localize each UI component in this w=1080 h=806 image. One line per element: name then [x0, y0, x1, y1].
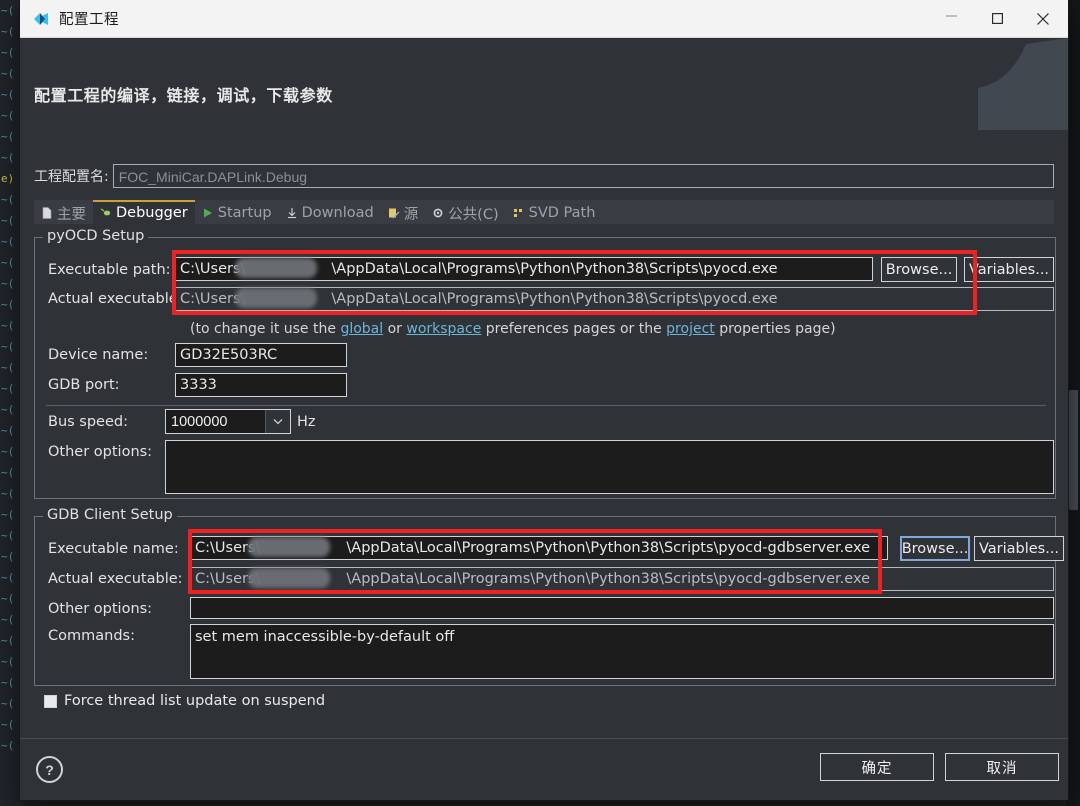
pyocd-preferences-hint: (to change it use the global or workspac… — [190, 321, 836, 337]
hint-mid1: or — [383, 321, 407, 337]
workspace-preferences-link[interactable]: workspace — [406, 321, 481, 337]
svd-icon — [513, 207, 525, 219]
tab-source[interactable]: 源 — [380, 200, 426, 224]
gdb-variables-button[interactable]: Variables... — [974, 536, 1064, 561]
device-name-label: Device name: — [48, 347, 149, 363]
dialog-footer: ? 确定 取消 — [20, 738, 1068, 800]
executable-path-label: Executable path: — [48, 262, 171, 278]
pyocd-executable-path-value-suffix: \AppData\Local\Programs\Python\Python38\… — [331, 261, 778, 277]
gdb-port-input[interactable]: 3333 — [175, 373, 347, 397]
app-icon — [32, 10, 50, 28]
force-thread-list-label: Force thread list update on suspend — [64, 693, 326, 709]
pyocd-browse-button[interactable]: Browse... — [881, 257, 957, 282]
bus-speed-value: 1000000 — [171, 413, 228, 430]
gdb-commands-label: Commands: — [48, 628, 135, 644]
play-icon — [202, 207, 214, 219]
tab-startup-label: Startup — [217, 205, 272, 221]
gdb-actual-executable-label: Actual executable: — [48, 571, 183, 587]
document-icon — [41, 207, 53, 219]
pyocd-actual-executable-label: Actual executable: — [48, 291, 183, 307]
dialog-titlebar: 配置工程 — [20, 0, 1068, 38]
dialog-headline: 配置工程的编译，链接，调试，下载参数 — [34, 86, 333, 105]
username-redaction-1 — [235, 258, 317, 278]
pyocd-separator — [46, 405, 1046, 406]
hint-post: properties page) — [714, 321, 836, 337]
username-redaction-3 — [248, 537, 330, 557]
tab-debugger-label: Debugger — [116, 205, 188, 221]
ok-button[interactable]: 确定 — [820, 753, 934, 781]
minimize-button[interactable] — [928, 0, 974, 41]
bug-icon — [100, 207, 112, 219]
download-icon — [286, 207, 298, 219]
pyocd-other-options-input[interactable] — [165, 440, 1054, 494]
tab-bar-filler — [602, 200, 1054, 224]
tab-svd-path-label: SVD Path — [528, 205, 596, 221]
chevron-down-icon[interactable] — [265, 410, 290, 433]
gdb-executable-name-label: Executable name: — [48, 541, 179, 557]
tab-svd-path[interactable]: SVD Path — [505, 200, 603, 224]
username-redaction-4 — [248, 568, 330, 588]
tab-startup[interactable]: Startup — [194, 200, 279, 224]
source-icon — [388, 207, 400, 219]
cancel-button[interactable]: 取消 — [945, 753, 1059, 781]
pyocd-actual-executable-suffix: \AppData\Local\Programs\Python\Python38\… — [331, 291, 778, 307]
help-icon[interactable]: ? — [36, 756, 63, 783]
bus-speed-label: Bus speed: — [48, 414, 128, 430]
gdb-other-options-input[interactable] — [190, 597, 1054, 619]
tab-download[interactable]: Download — [278, 200, 381, 224]
hint-mid2: preferences pages or the — [481, 321, 667, 337]
dialog-title: 配置工程 — [59, 12, 119, 28]
config-name-row: 工程配置名: FOC_MiniCar.DAPLink.Debug — [34, 163, 1054, 189]
gdb-executable-name-suffix: \AppData\Local\Programs\Python\Python38\… — [346, 540, 871, 556]
background-scrollbar-thumb[interactable] — [1069, 390, 1078, 510]
force-thread-list-checkbox-row[interactable]: Force thread list update on suspend — [44, 693, 325, 709]
tab-source-label: 源 — [403, 206, 419, 223]
tab-main-label: 主要 — [57, 206, 86, 223]
close-button[interactable] — [1020, 0, 1066, 37]
global-preferences-link[interactable]: global — [340, 321, 383, 337]
dialog-body: 配置工程的编译，链接，调试，下载参数 工程配置名: FOC_MiniCar.DA… — [20, 38, 1068, 800]
config-name-input[interactable]: FOC_MiniCar.DAPLink.Debug — [112, 164, 1054, 188]
username-redaction-2 — [235, 288, 317, 308]
tab-bar: 主要 Debugger Startup Download 源 公共(C) SVD… — [34, 200, 1054, 224]
background-right-edge — [1066, 0, 1080, 806]
gdb-port-label: GDB port: — [48, 377, 120, 393]
pyocd-setup-title: pyOCD Setup — [43, 228, 149, 244]
config-name-label: 工程配置名: — [34, 169, 109, 185]
hint-pre: (to change it use the — [190, 321, 341, 337]
project-properties-link[interactable]: project — [666, 321, 715, 337]
tab-debugger[interactable]: Debugger — [93, 200, 195, 224]
pyocd-other-options-label: Other options: — [48, 444, 153, 460]
gdb-commands-input[interactable]: set mem inaccessible-by-default off — [190, 624, 1054, 679]
maximize-button[interactable] — [974, 0, 1020, 37]
bus-speed-unit: Hz — [297, 414, 316, 430]
pyocd-variables-button[interactable]: Variables... — [964, 257, 1054, 282]
tab-common[interactable]: 公共(C) — [425, 200, 506, 224]
tab-main[interactable]: 主要 — [34, 200, 93, 224]
bus-speed-select[interactable]: 1000000 — [165, 409, 291, 434]
configure-project-dialog: 配置工程 配置工程的编译，链接，调试，下载参数 工程配置名: FOC_MiniC… — [20, 0, 1068, 800]
gdb-client-setup-title: GDB Client Setup — [43, 507, 177, 523]
force-thread-list-checkbox[interactable] — [44, 694, 57, 708]
tab-common-label: 公共(C) — [448, 206, 499, 223]
gdb-browse-button[interactable]: Browse... — [900, 536, 970, 561]
gdb-other-options-label: Other options: — [48, 601, 153, 617]
gdb-actual-executable-suffix: \AppData\Local\Programs\Python\Python38\… — [346, 571, 871, 587]
decorative-watermark — [948, 38, 1068, 130]
gear-icon — [432, 207, 444, 219]
tab-download-label: Download — [301, 205, 374, 221]
device-name-input[interactable]: GD32E503RC — [175, 343, 347, 367]
